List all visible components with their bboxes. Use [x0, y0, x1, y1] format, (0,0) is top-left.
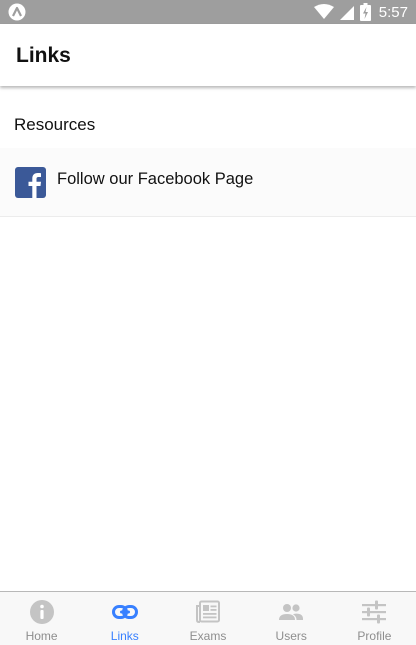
tab-users-label: Users: [275, 629, 307, 643]
tab-links-label: Links: [110, 629, 139, 643]
status-time: 5:57: [378, 3, 408, 21]
tab-home-label: Home: [25, 629, 58, 643]
link-label: Follow our Facebook Page: [57, 170, 254, 188]
header-toolbar: Links: [0, 24, 416, 86]
tab-exams-label: Exams: [189, 629, 227, 643]
tab-links[interactable]: Links: [83, 592, 166, 645]
status-bar: 5:57: [0, 0, 416, 24]
section-title: Resources: [14, 115, 96, 134]
info-icon: [29, 600, 54, 624]
tab-home[interactable]: Home: [0, 592, 83, 645]
tab-profile[interactable]: Profile: [333, 592, 416, 645]
newspaper-icon: [196, 600, 220, 623]
page-title: Links: [16, 44, 71, 67]
tab-users[interactable]: Users: [250, 592, 333, 645]
status-icons: 5:57: [313, 0, 408, 24]
link-icon: [111, 605, 138, 619]
facebook-icon: [15, 167, 46, 198]
battery-charging-icon: [359, 3, 371, 21]
app-screen: 5:57 Links Resources Follow our Facebook…: [0, 0, 416, 645]
tab-profile-label: Profile: [357, 629, 392, 643]
app-logo-icon: [8, 3, 26, 21]
bottom-tab-bar: Home Links Exams Users Profile: [0, 591, 416, 645]
wifi-icon: [313, 4, 334, 19]
tab-exams[interactable]: Exams: [166, 592, 249, 645]
main-content[interactable]: Resources Follow our Facebook Page: [0, 86, 416, 591]
facebook-link-item[interactable]: Follow our Facebook Page: [0, 148, 416, 217]
cell-signal-icon: [339, 6, 354, 20]
people-icon: [279, 604, 304, 620]
options-icon: [362, 600, 387, 624]
